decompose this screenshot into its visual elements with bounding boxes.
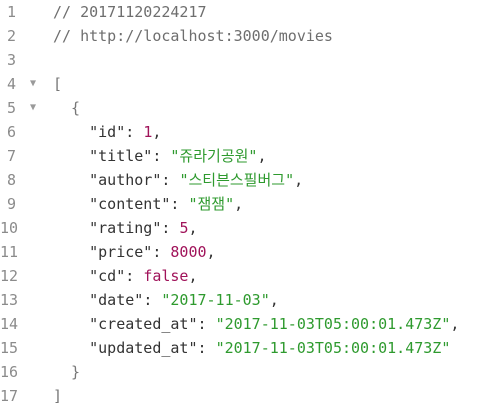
- code-line: 9 "content": "잼잼",: [0, 192, 493, 216]
- line-number: 12: [0, 267, 19, 285]
- token-key: "title": [53, 147, 153, 165]
- token-str: "쥬라기공원": [170, 147, 258, 165]
- token-br: {: [53, 99, 81, 117]
- token-str: "2017-11-03T05:00:01.473Z": [215, 339, 451, 357]
- token-str: "스티븐스필버그": [179, 171, 295, 189]
- code-text: "rating": 5,: [53, 216, 198, 240]
- token-key: "author": [53, 171, 162, 189]
- token-comment: // http://localhost:3000/movies: [53, 27, 333, 45]
- token-br: }: [53, 363, 81, 381]
- code-text: "id": 1,: [53, 120, 161, 144]
- code-line: 10 "rating": 5,: [0, 216, 493, 240]
- code-text: "cd": false,: [53, 264, 198, 288]
- code-text: // 20171120224217: [53, 0, 207, 24]
- token-punc: ,: [188, 267, 198, 285]
- token-punc: ,: [450, 315, 460, 333]
- code-text: {: [53, 96, 80, 120]
- token-bool: false: [143, 267, 189, 285]
- token-punc: :: [170, 195, 189, 213]
- token-punc: ,: [234, 195, 244, 213]
- token-num: 1: [143, 123, 153, 141]
- line-number: 9: [6, 195, 16, 213]
- line-number: 10: [0, 219, 19, 237]
- token-punc: :: [197, 315, 216, 333]
- code-text: ]: [53, 384, 62, 408]
- code-line: 14 "created_at": "2017-11-03T05:00:01.47…: [0, 312, 493, 336]
- fold-toggle-icon[interactable]: ▼: [27, 96, 39, 120]
- token-punc: :: [152, 243, 171, 261]
- line-number: 13: [0, 291, 19, 309]
- token-key: "created_at": [53, 315, 198, 333]
- token-punc: ,: [152, 123, 162, 141]
- code-line: 6 "id": 1,: [0, 120, 493, 144]
- token-punc: :: [152, 147, 171, 165]
- line-number: 4: [6, 75, 16, 93]
- code-line: 17]: [0, 384, 493, 408]
- code-text: "date": "2017-11-03",: [53, 288, 279, 312]
- token-punc: ,: [257, 147, 267, 165]
- token-key: "id": [53, 123, 126, 141]
- code-line: 13 "date": "2017-11-03",: [0, 288, 493, 312]
- token-punc: :: [143, 291, 162, 309]
- code-line: 5 ▼ {: [0, 96, 493, 120]
- code-line: 3: [0, 48, 493, 72]
- token-key: "content": [53, 195, 171, 213]
- token-num: 8000: [170, 243, 207, 261]
- line-number: 16: [0, 363, 19, 381]
- code-text: }: [53, 360, 80, 384]
- token-punc: ,: [188, 219, 198, 237]
- token-key: "price": [53, 243, 153, 261]
- code-line: 11 "price": 8000,: [0, 240, 493, 264]
- token-punc: :: [197, 339, 216, 357]
- token-punc: :: [125, 123, 144, 141]
- token-br: [: [53, 75, 63, 93]
- token-punc: :: [161, 171, 180, 189]
- code-text: "author": "스티븐스필버그",: [53, 168, 303, 192]
- code-line: 12 "cd": false,: [0, 264, 493, 288]
- code-line: 15 "updated_at": "2017-11-03T05:00:01.47…: [0, 336, 493, 360]
- token-punc: ,: [269, 291, 279, 309]
- line-number: 8: [6, 171, 16, 189]
- token-str: "2017-11-03T05:00:01.473Z": [215, 315, 451, 333]
- token-key: "updated_at": [53, 339, 198, 357]
- code-text: // http://localhost:3000/movies: [53, 24, 333, 48]
- code-text: "content": "잼잼",: [53, 192, 243, 216]
- code-text: "updated_at": "2017-11-03T05:00:01.473Z": [53, 336, 450, 360]
- line-number: 11: [0, 243, 19, 261]
- line-number: 7: [6, 147, 16, 165]
- code-line: 7 "title": "쥬라기공원",: [0, 144, 493, 168]
- code-text: "title": "쥬라기공원",: [53, 144, 267, 168]
- token-punc: :: [125, 267, 144, 285]
- token-key: "cd": [53, 267, 126, 285]
- code-line: 4 ▼ [: [0, 72, 493, 96]
- code-editor[interactable]: 1 // 20171120224217 2 // http://localhost:3…: [0, 0, 493, 417]
- token-str: "잼잼": [188, 195, 235, 213]
- line-number: 17: [0, 387, 19, 405]
- token-key: "date": [53, 291, 144, 309]
- token-punc: :: [161, 219, 180, 237]
- code-text: [: [53, 72, 62, 96]
- token-key: "rating": [53, 219, 162, 237]
- code-text: "price": 8000,: [53, 240, 216, 264]
- token-str: "2017-11-03": [161, 291, 270, 309]
- line-number: 15: [0, 339, 19, 357]
- line-number: 5: [6, 99, 16, 117]
- line-number: 14: [0, 315, 19, 333]
- token-punc: ,: [206, 243, 216, 261]
- code-text: "created_at": "2017-11-03T05:00:01.473Z"…: [53, 312, 459, 336]
- code-line: 2 // http://localhost:3000/movies: [0, 24, 493, 48]
- code-line: 8 "author": "스티븐스필버그",: [0, 168, 493, 192]
- token-comment: // 20171120224217: [53, 3, 207, 21]
- line-number: 6: [6, 123, 16, 141]
- token-br: ]: [53, 387, 63, 405]
- line-number: 1: [6, 3, 16, 21]
- fold-toggle-icon[interactable]: ▼: [27, 72, 39, 96]
- code-line: 16 }: [0, 360, 493, 384]
- line-number: 2: [6, 27, 16, 45]
- code-line: 1 // 20171120224217: [0, 0, 493, 24]
- token-punc: ,: [294, 171, 304, 189]
- line-number: 3: [6, 51, 16, 69]
